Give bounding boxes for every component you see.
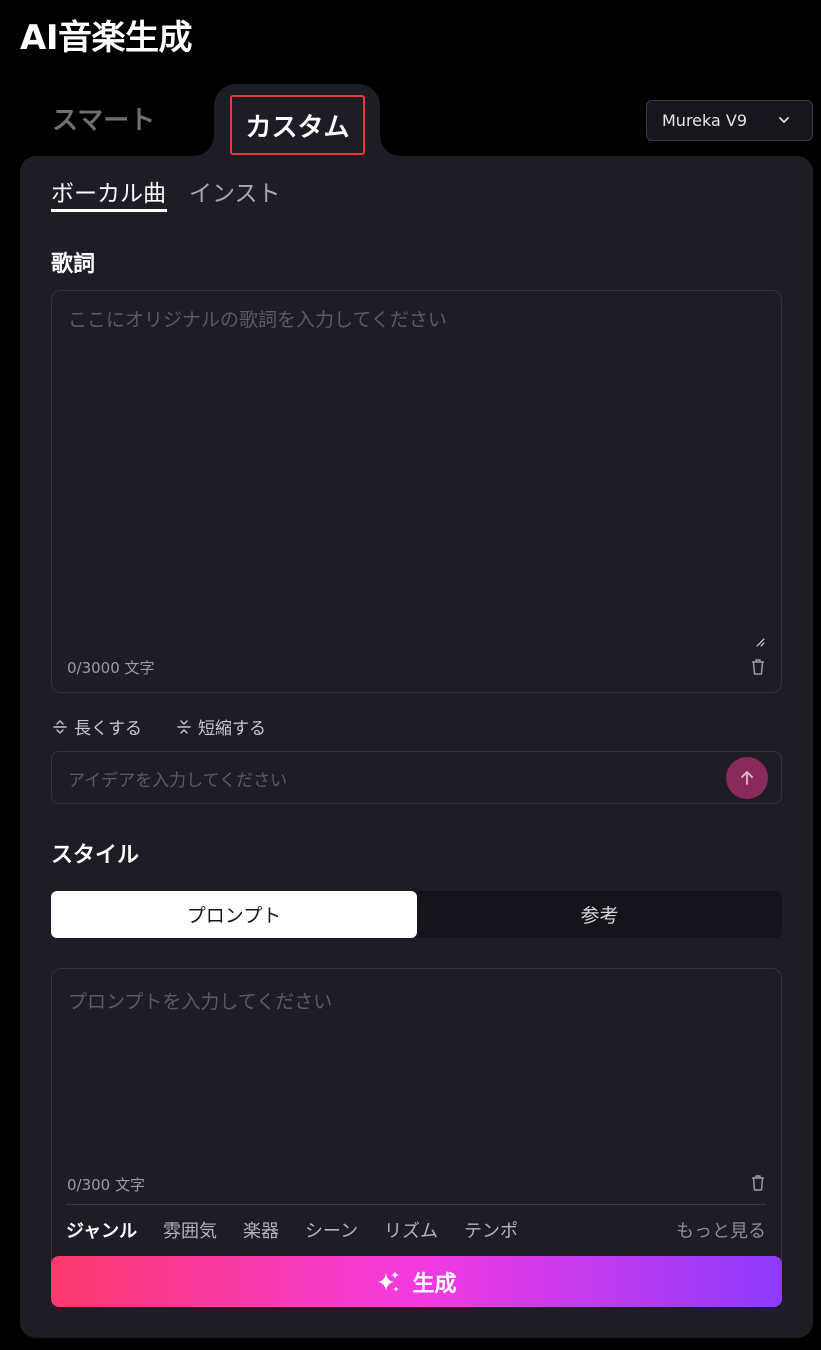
category-tempo[interactable]: テンポ [464,1217,518,1243]
idea-input[interactable]: アイデアを入力してください [51,751,782,804]
sparkle-icon [378,1270,400,1292]
chevron-down-icon [779,117,789,123]
lyrics-input[interactable]: ここにオリジナルの歌詞を入力してください 0/3000 文字 [51,290,782,693]
tab-active-indicator [51,209,167,212]
tab-vocal[interactable]: ボーカル曲 [51,174,166,208]
tab-smart[interactable]: スマート [52,100,155,137]
segment-reference[interactable]: 参考 [417,891,782,938]
idea-placeholder: アイデアを入力してください [68,771,288,791]
model-select-value: Mureka V9 [662,111,748,130]
generate-button[interactable]: 生成 [51,1256,782,1307]
prompt-counter: 0/300 文字 [67,1176,145,1194]
divider [66,1204,766,1205]
arrow-up-icon [741,771,753,785]
category-instrument[interactable]: 楽器 [243,1217,279,1243]
shorten-label: 短縮する [198,719,266,739]
show-more-link[interactable]: もっと見る [676,1217,766,1243]
extend-icon [53,719,67,734]
lyrics-counter: 0/3000 文字 [67,659,155,677]
style-heading: スタイル [51,843,140,868]
extend-label: 長くする [74,719,142,739]
tab-instrumental[interactable]: インスト [189,174,281,208]
category-mood[interactable]: 雰囲気 [163,1217,217,1243]
trash-icon[interactable] [750,1174,766,1192]
category-scene[interactable]: シーン [305,1217,358,1243]
send-idea-button[interactable] [726,757,768,799]
category-rhythm[interactable]: リズム [384,1217,438,1243]
style-mode-toggle: プロンプト 参考 [51,891,782,938]
category-genre[interactable]: ジャンル [66,1217,137,1243]
lyrics-placeholder: ここにオリジナルの歌詞を入力してください [68,309,447,331]
lyrics-heading: 歌詞 [51,252,96,277]
shorten-lyrics-button[interactable]: 短縮する [177,714,266,739]
tab-custom[interactable]: カスタム [230,95,365,155]
extend-lyrics-button[interactable]: 長くする [53,714,142,739]
app-title: AI音楽生成 [20,18,192,58]
trash-icon[interactable] [750,658,766,676]
model-select[interactable]: Mureka V9 [646,100,813,141]
prompt-placeholder: プロンプトを入力してください [68,991,333,1013]
resize-grip-icon[interactable] [755,637,765,647]
generate-label: 生成 [412,1271,457,1297]
shorten-icon [177,719,191,734]
segment-prompt[interactable]: プロンプト [51,891,417,938]
